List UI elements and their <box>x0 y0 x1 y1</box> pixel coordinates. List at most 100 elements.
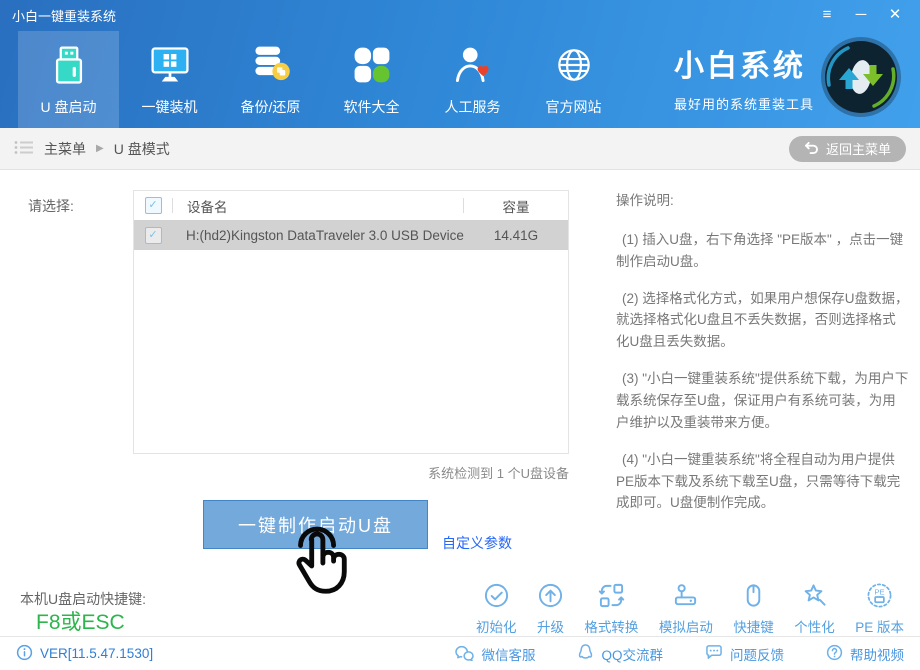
row-check-cell: ✓ <box>134 227 172 244</box>
breadcrumb-arrow-icon: ▶ <box>96 143 104 154</box>
footer-link-label: QQ交流群 <box>601 644 663 664</box>
tool-pe-version[interactable]: PE PE 版本 <box>855 582 904 636</box>
hotkey-value: F8或ESC <box>36 606 125 636</box>
tool-label: 升级 <box>537 616 564 636</box>
menu-icon[interactable]: ≡ <box>814 4 840 26</box>
detect-status-text: 系统检测到 1 个U盘设备 <box>133 463 569 482</box>
brand-text: 小白系统 最好用的系统重装工具 <box>674 41 814 113</box>
capacity-cell: 14.41G <box>464 228 568 243</box>
app-title: 小白一键重装系统 <box>12 6 116 25</box>
pe-version-icon: PE <box>866 582 893 612</box>
app-window: 小白一键重装系统 ≡ ─ ✕ U 盘启动 <box>0 0 920 670</box>
back-to-main-menu-button[interactable]: 返回主菜单 <box>789 136 906 162</box>
mouse-icon <box>740 582 767 612</box>
brand-tagline: 最好用的系统重装工具 <box>674 94 814 113</box>
close-icon[interactable]: ✕ <box>882 4 908 26</box>
header: 小白一键重装系统 ≡ ─ ✕ U 盘启动 <box>0 0 920 128</box>
tool-label: 快捷键 <box>733 616 774 636</box>
tools-row: 初始化 升级 格式转换 <box>476 582 904 636</box>
nav-label: 人工服务 <box>445 97 501 117</box>
tool-label: PE 版本 <box>855 616 904 636</box>
tool-simulate-boot[interactable]: 模拟启动 <box>659 582 713 636</box>
star-icon <box>801 582 828 612</box>
nav-label: 一键装机 <box>142 97 198 117</box>
nav-label: 官方网站 <box>546 97 602 117</box>
usb-icon <box>47 42 91 88</box>
footer-link-label: 微信客服 <box>481 644 535 664</box>
feedback-link[interactable]: 问题反馈 <box>705 643 784 665</box>
device-table: ✓ 设备名 容量 ✓ H:(hd2)Kingston DataTraveler … <box>133 190 569 454</box>
tool-label: 初始化 <box>476 616 517 636</box>
format-convert-icon <box>598 582 625 612</box>
joystick-icon <box>672 582 699 612</box>
breadcrumb-root[interactable]: 主菜单 <box>44 139 86 159</box>
select-all-cell: ✓ <box>134 197 172 214</box>
qq-group-link[interactable]: QQ交流群 <box>577 643 663 665</box>
tool-label: 个性化 <box>794 616 835 636</box>
window-controls: ≡ ─ ✕ <box>814 4 908 26</box>
instruction-step: (4) "小白一键重装系统"将全程自动为用户提供PE版本下载及系统下载至U盘，只… <box>616 449 909 515</box>
tool-upgrade[interactable]: 升级 <box>537 582 564 636</box>
footer-links: 微信客服 QQ交流群 问题反馈 <box>455 643 904 665</box>
breadcrumb: 主菜单 ▶ U 盘模式 返回主菜单 <box>0 128 920 170</box>
tool-hotkeys[interactable]: 快捷键 <box>733 582 774 636</box>
list-icon <box>14 140 34 158</box>
tool-label: 格式转换 <box>584 616 638 636</box>
device-name-cell: H:(hd2)Kingston DataTraveler 3.0 USB Dev… <box>172 228 464 243</box>
table-row[interactable]: ✓ H:(hd2)Kingston DataTraveler 3.0 USB D… <box>134 220 568 250</box>
monitor-icon <box>148 42 192 88</box>
footer-link-label: 问题反馈 <box>730 644 784 664</box>
version-info: VER[11.5.47.1530] <box>16 644 153 664</box>
device-name-header: 设备名 <box>173 196 463 216</box>
nav-item-support[interactable]: 人工服务 <box>422 31 523 128</box>
nav-label: 软件大全 <box>344 97 400 117</box>
nav-item-website[interactable]: 官方网站 <box>523 31 624 128</box>
support-person-icon <box>451 42 495 88</box>
make-usb-button-label: 一键制作启动U盘 <box>238 512 393 538</box>
main-nav: U 盘启动 一键装机 <box>18 31 624 128</box>
nav-item-software[interactable]: 软件大全 <box>321 31 422 128</box>
brand-logo-icon <box>818 34 904 120</box>
capacity-header: 容量 <box>464 196 568 216</box>
pe-badge-text: PE <box>874 588 884 597</box>
upgrade-icon <box>537 582 564 612</box>
qq-penguin-icon <box>577 643 594 665</box>
make-usb-button[interactable]: 一键制作启动U盘 <box>203 500 428 549</box>
wechat-support-link[interactable]: 微信客服 <box>455 643 535 665</box>
instructions-title: 操作说明: <box>616 190 909 212</box>
tool-initialize[interactable]: 初始化 <box>476 582 517 636</box>
wechat-icon <box>455 644 474 664</box>
tool-personalize[interactable]: 个性化 <box>794 582 835 636</box>
titlebar: 小白一键重装系统 ≡ ─ ✕ <box>0 0 920 30</box>
table-header-row: ✓ 设备名 容量 <box>134 191 568 220</box>
info-icon <box>16 644 33 664</box>
help-video-link[interactable]: 帮助视频 <box>826 643 904 665</box>
nav-item-backup-restore[interactable]: 备份/还原 <box>220 31 321 128</box>
nav-item-usb-boot[interactable]: U 盘启动 <box>18 31 119 128</box>
instruction-step: (1) 插入U盘，右下角选择 "PE版本" ，点击一键制作启动U盘。 <box>616 229 909 273</box>
breadcrumb-current: U 盘模式 <box>114 139 170 159</box>
select-label: 请选择: <box>28 196 74 216</box>
instruction-step: (3) "小白一键重装系统"提供系统下载，为用户下载系统保存至U盘，保证用户有系… <box>616 368 909 434</box>
instructions-panel: 操作说明: (1) 插入U盘，右下角选择 "PE版本" ，点击一键制作启动U盘。… <box>616 190 909 529</box>
minimize-icon[interactable]: ─ <box>848 4 874 26</box>
feedback-bubble-icon <box>705 644 723 663</box>
nav-item-one-click-install[interactable]: 一键装机 <box>119 31 220 128</box>
globe-icon <box>552 42 596 88</box>
brand-name: 小白系统 <box>674 41 814 85</box>
backup-database-icon <box>249 42 293 88</box>
custom-params-link[interactable]: 自定义参数 <box>442 533 512 553</box>
nav-label: 备份/还原 <box>241 97 301 117</box>
back-arrow-icon <box>804 141 819 157</box>
row-checkbox[interactable]: ✓ <box>145 227 162 244</box>
footer-link-label: 帮助视频 <box>850 644 904 664</box>
brand-area: 小白系统 最好用的系统重装工具 <box>674 34 904 120</box>
nav-label: U 盘启动 <box>41 97 97 117</box>
clover-icon <box>350 42 394 88</box>
initialize-icon <box>483 582 510 612</box>
help-icon <box>826 644 843 664</box>
version-text: VER[11.5.47.1530] <box>40 646 153 661</box>
tool-label: 模拟启动 <box>659 616 713 636</box>
tool-format-convert[interactable]: 格式转换 <box>584 582 638 636</box>
select-all-checkbox[interactable]: ✓ <box>145 197 162 214</box>
